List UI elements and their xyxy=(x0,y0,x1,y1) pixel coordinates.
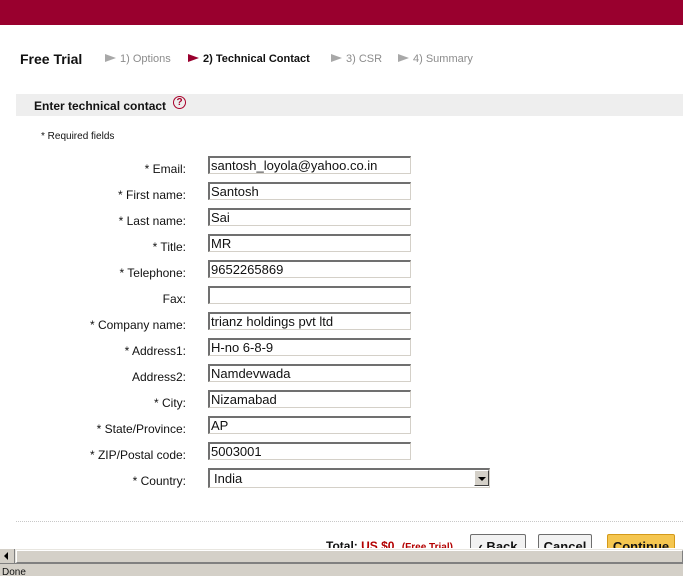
address2-label: Address2: xyxy=(131,370,186,384)
title-field[interactable] xyxy=(208,234,411,252)
email-label: * Email: xyxy=(144,162,186,176)
country-select[interactable]: India xyxy=(208,468,490,488)
first-name-label: * First name: xyxy=(117,188,186,202)
arrow-icon xyxy=(105,54,116,62)
step-options: 1) Options xyxy=(105,53,171,65)
arrow-icon xyxy=(398,54,409,62)
city-label: * City: xyxy=(153,396,186,410)
address2-field[interactable] xyxy=(208,364,411,382)
step-technical-contact: 2) Technical Contact xyxy=(188,53,310,65)
help-icon[interactable]: ? xyxy=(173,96,186,109)
company-field[interactable] xyxy=(208,312,411,330)
step-csr: 3) CSR xyxy=(331,53,382,65)
country-value: India xyxy=(214,471,243,486)
email-field[interactable] xyxy=(208,156,411,174)
city-field[interactable] xyxy=(208,390,411,408)
status-bar: Done xyxy=(0,563,683,578)
title-label: * Title: xyxy=(152,240,186,254)
zip-field[interactable] xyxy=(208,442,411,460)
state-label: * State/Province: xyxy=(96,422,186,436)
zip-label: * ZIP/Postal code: xyxy=(89,448,186,462)
first-name-field[interactable] xyxy=(208,182,411,200)
wizard-steps: Free Trial 1) Options 2) Technical Conta… xyxy=(0,48,683,70)
country-label: * Country: xyxy=(132,474,186,488)
section-header: Enter technical contact ? xyxy=(16,94,683,116)
page-title: Free Trial xyxy=(20,51,83,67)
company-label: * Company name: xyxy=(89,318,186,332)
section-title: Enter technical contact xyxy=(34,99,167,113)
state-field[interactable] xyxy=(208,416,411,434)
required-note: * Required fields xyxy=(41,131,115,142)
horizontal-scrollbar[interactable] xyxy=(0,548,683,564)
status-text: Done xyxy=(2,567,26,578)
scrollbar-thumb[interactable] xyxy=(16,550,683,563)
scroll-left-icon[interactable] xyxy=(0,549,15,564)
last-name-field[interactable] xyxy=(208,208,411,226)
top-banner xyxy=(0,0,683,25)
footer-divider xyxy=(16,521,683,522)
chevron-down-icon[interactable] xyxy=(474,470,489,486)
fax-label: Fax: xyxy=(162,292,186,306)
address1-label: * Address1: xyxy=(124,344,186,358)
arrow-icon xyxy=(331,54,342,62)
fax-field[interactable] xyxy=(208,286,411,304)
address1-field[interactable] xyxy=(208,338,411,356)
telephone-field[interactable] xyxy=(208,260,411,278)
arrow-icon xyxy=(188,54,199,62)
telephone-label: * Telephone: xyxy=(119,266,186,280)
step-summary: 4) Summary xyxy=(398,53,473,65)
last-name-label: * Last name: xyxy=(118,214,186,228)
